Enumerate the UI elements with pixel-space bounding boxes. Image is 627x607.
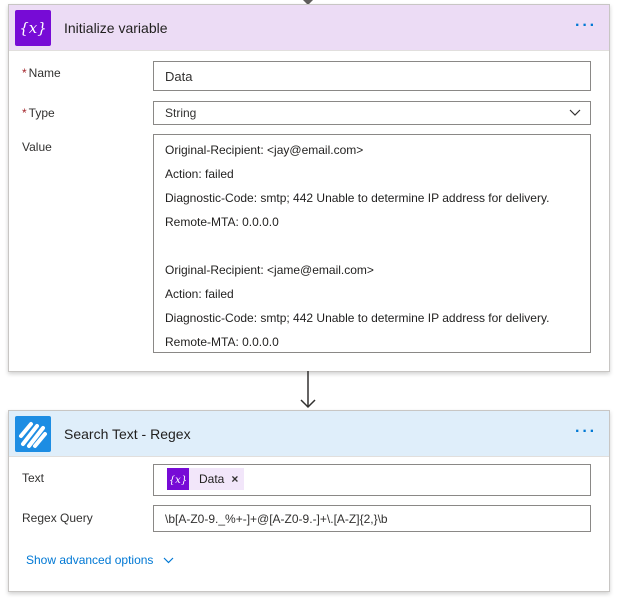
search-text-regex-header[interactable]: Search Text - Regex ··· <box>9 411 609 457</box>
name-field[interactable]: Data <box>153 61 591 91</box>
variable-icon: {x} <box>15 10 51 46</box>
token-label: Data <box>199 472 225 486</box>
regex-icon <box>15 416 51 452</box>
value-line: Action: failed <box>165 167 234 181</box>
value-line: Remote-MTA: 0.0.0.0 <box>165 215 279 229</box>
more-options-icon[interactable]: ··· <box>575 423 597 441</box>
regex-query-value: \b[A-Z0-9._%+-]+@[A-Z0-9.-]+\.[A-Z]{2,}\… <box>165 512 388 526</box>
value-line: Original-Recipient: <jame@email.com> <box>165 263 374 277</box>
type-dropdown[interactable]: String <box>153 101 591 125</box>
chevron-down-icon <box>163 557 174 564</box>
value-label: Value <box>22 140 52 154</box>
type-label: * Type <box>22 106 55 120</box>
remove-token-icon[interactable]: × <box>231 472 238 486</box>
search-text-regex-card: Search Text - Regex ··· Text {x} Data × … <box>8 410 610 592</box>
type-value: String <box>165 106 197 120</box>
svg-text:{x}: {x} <box>19 19 47 37</box>
text-label: Text <box>22 471 45 485</box>
regex-query-label: Regex Query <box>22 511 93 525</box>
initialize-variable-card: {x} Initialize variable ··· * Name Data *… <box>8 4 610 372</box>
value-line: Diagnostic-Code: smtp; 442 Unable to det… <box>165 311 550 325</box>
card-title: Search Text - Regex <box>64 426 191 442</box>
name-value: Data <box>165 69 193 84</box>
regex-query-field[interactable]: \b[A-Z0-9._%+-]+@[A-Z0-9.-]+\.[A-Z]{2,}\… <box>153 505 591 532</box>
chevron-down-icon <box>569 109 581 116</box>
card-title: Initialize variable <box>64 20 168 36</box>
connector-arrow-icon <box>300 371 316 409</box>
more-options-icon[interactable]: ··· <box>575 17 597 35</box>
data-token[interactable]: {x} Data × <box>167 468 245 490</box>
name-label: * Name <box>22 66 61 80</box>
svg-text:{x}: {x} <box>169 475 187 486</box>
initialize-variable-header[interactable]: {x} Initialize variable ··· <box>9 5 609 51</box>
value-textarea[interactable]: Original-Recipient: <jay@email.com> Acti… <box>153 134 591 353</box>
required-mark: * <box>22 66 27 80</box>
text-field[interactable]: {x} Data × <box>153 464 591 496</box>
value-line: Diagnostic-Code: smtp; 442 Unable to det… <box>165 191 550 205</box>
value-line: Original-Recipient: <jay@email.com> <box>165 143 364 157</box>
value-line: Action: failed <box>165 287 234 301</box>
value-line: Remote-MTA: 0.0.0.0 <box>165 335 279 349</box>
show-advanced-options-link[interactable]: Show advanced options <box>26 553 174 567</box>
variable-icon: {x} <box>167 468 189 490</box>
required-mark: * <box>22 106 27 120</box>
